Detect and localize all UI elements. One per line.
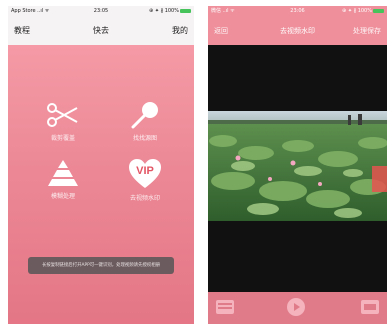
- cut-cover-label: 裁剪覆盖: [50, 135, 75, 142]
- nav-bar: 返回 去视频水印 处理保存: [208, 17, 387, 45]
- remove-video-watermark-tool[interactable]: VIP 去视频水印: [110, 158, 180, 202]
- battery-text: ⊕ ✦ ∦ 100%: [342, 8, 372, 14]
- nav-bar: 教程 快去 我的: [8, 17, 194, 45]
- video-watermark-screen: 微信 ..ıl ᯤ 23:06 ⊕ ✦ ∦ 100% 返回 去视频水印 处理保存: [208, 6, 387, 324]
- crop-frame-icon[interactable]: [361, 300, 379, 314]
- status-battery: ⊕ ✦ ∦ 100%: [342, 6, 384, 17]
- cut-cover-tool[interactable]: 裁剪覆盖: [28, 100, 98, 142]
- magnifier-icon: [131, 102, 158, 129]
- battery-text: ⊕ ✦ ∦ 100%: [149, 8, 179, 14]
- blur-label: 模糊处理: [50, 193, 75, 200]
- video-player[interactable]: [208, 45, 387, 292]
- filmstrip-icon[interactable]: [216, 300, 234, 314]
- profile-button[interactable]: 我的: [172, 17, 188, 45]
- battery-icon: [180, 8, 191, 13]
- remove-video-watermark-label: 去视频水印: [129, 195, 160, 202]
- status-bar: App Store ..ıl ᯤ 23:05 ⊕ ✦ ∦ 100%: [8, 6, 194, 17]
- find-source-tool[interactable]: 找找源图: [110, 100, 180, 142]
- process-save-button[interactable]: 处理保存: [353, 17, 381, 45]
- vip-heart-icon: VIP: [129, 159, 161, 188]
- player-controls: [208, 292, 387, 324]
- play-icon[interactable]: [286, 297, 306, 317]
- page-title: 快去: [93, 26, 109, 35]
- find-source-label: 找找源图: [132, 135, 157, 142]
- status-bar: 微信 ..ıl ᯤ 23:06 ⊕ ✦ ∦ 100%: [208, 6, 387, 17]
- toast-message: 长按复制链接后打开APP可一键识别，处理视频请先授权相册: [28, 257, 174, 274]
- video-frame[interactable]: [208, 111, 387, 221]
- lotus-pond-video-image: [208, 111, 387, 221]
- battery-icon: [373, 8, 384, 13]
- home-screen: App Store ..ıl ᯤ 23:05 ⊕ ✦ ∦ 100% 教程 快去 …: [8, 6, 194, 324]
- status-battery: ⊕ ✦ ∦ 100%: [149, 6, 191, 17]
- scissors-icon: [47, 103, 78, 127]
- blur-tool[interactable]: 模糊处理: [28, 158, 98, 200]
- svg-text:VIP: VIP: [136, 165, 154, 177]
- pyramid-icon: [48, 160, 78, 186]
